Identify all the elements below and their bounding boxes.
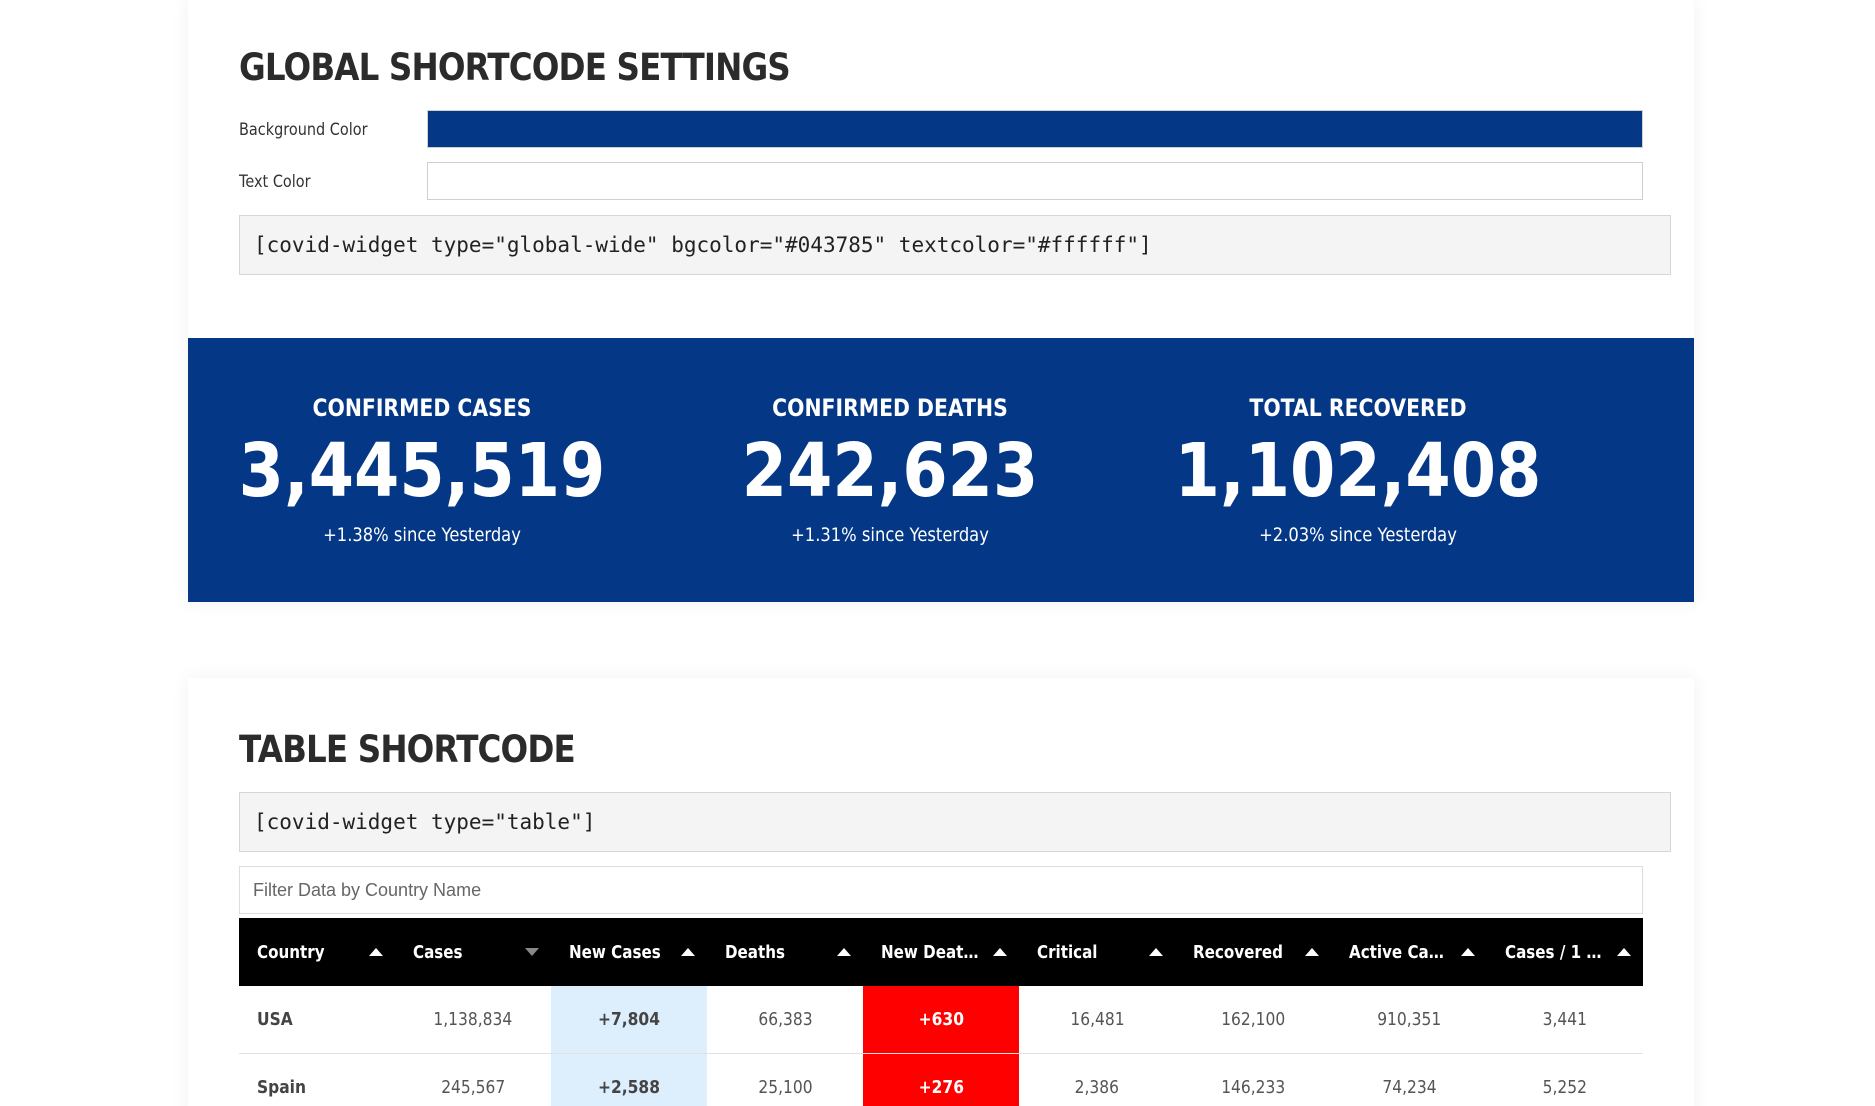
stat-change: +1.31% since Yesterday xyxy=(791,524,989,546)
stat-confirmed-cases: CONFIRMED CASES 3,445,519 +1.38% since Y… xyxy=(188,338,656,602)
background-color-label: Background Color xyxy=(239,120,368,140)
column-header-label: Deaths xyxy=(725,941,786,963)
stat-change: +1.38% since Yesterday xyxy=(323,524,521,546)
text-color-input[interactable] xyxy=(427,162,1643,200)
stat-total-recovered: TOTAL RECOVERED 1,102,408 +2.03% since Y… xyxy=(1124,338,1592,602)
sort-asc-icon xyxy=(1149,948,1163,956)
table-title: TABLE SHORTCODE xyxy=(239,728,576,771)
sort-asc-icon xyxy=(837,948,851,956)
column-header-label: Active Cases xyxy=(1349,941,1450,963)
sort-asc-icon xyxy=(993,948,1007,956)
country-filter-input[interactable] xyxy=(239,866,1643,914)
column-header-active-cases[interactable]: Active Cases xyxy=(1331,918,1487,986)
background-color-row: Background Color xyxy=(239,110,1643,150)
cell-country: Spain xyxy=(239,1053,395,1106)
table-shortcode-box[interactable]: [covid-widget type="table"] xyxy=(239,792,1671,852)
sort-asc-icon xyxy=(1617,948,1631,956)
column-header-label: Cases / 1 Mi... xyxy=(1505,941,1606,963)
cell-recovered: 146,233 xyxy=(1175,1053,1331,1106)
global-shortcode-box[interactable]: [covid-widget type="global-wide" bgcolor… xyxy=(239,215,1671,275)
text-color-label: Text Color xyxy=(239,172,311,192)
stat-label: CONFIRMED DEATHS xyxy=(772,394,1008,422)
column-header-label: New Deaths xyxy=(881,941,982,963)
cell-recovered: 162,100 xyxy=(1175,986,1331,1054)
column-header-cases-per-million[interactable]: Cases / 1 Mi... xyxy=(1487,918,1643,986)
cell-new-deaths: +276 xyxy=(863,1053,1019,1106)
column-header-label: Cases xyxy=(413,941,463,963)
sort-asc-icon xyxy=(369,948,383,956)
stat-change: +2.03% since Yesterday xyxy=(1259,524,1457,546)
covid-data-table: Country Cases New Cases Deaths New Death… xyxy=(239,918,1643,1106)
settings-title: GLOBAL SHORTCODE SETTINGS xyxy=(239,46,791,89)
column-header-deaths[interactable]: Deaths xyxy=(707,918,863,986)
sort-asc-icon xyxy=(1461,948,1475,956)
stat-label: CONFIRMED CASES xyxy=(312,394,532,422)
stat-value: 1,102,408 xyxy=(1174,428,1542,514)
global-stats-band: CONFIRMED CASES 3,445,519 +1.38% since Y… xyxy=(188,338,1694,602)
cell-country: USA xyxy=(239,986,395,1054)
column-header-new-cases[interactable]: New Cases xyxy=(551,918,707,986)
cell-cases-per-million: 5,252 xyxy=(1487,1053,1643,1106)
stat-label: TOTAL RECOVERED xyxy=(1249,394,1467,422)
column-header-cases[interactable]: Cases xyxy=(395,918,551,986)
text-color-row: Text Color xyxy=(239,162,1643,202)
cell-cases-per-million: 3,441 xyxy=(1487,986,1643,1054)
page: GLOBAL SHORTCODE SETTINGS Background Col… xyxy=(0,0,1875,1106)
cell-active-cases: 910,351 xyxy=(1331,986,1487,1054)
column-header-critical[interactable]: Critical xyxy=(1019,918,1175,986)
table-header-row: Country Cases New Cases Deaths New Death… xyxy=(239,918,1643,986)
cell-active-cases: 74,234 xyxy=(1331,1053,1487,1106)
cell-deaths: 66,383 xyxy=(707,986,863,1054)
column-header-recovered[interactable]: Recovered xyxy=(1175,918,1331,986)
column-header-label: Recovered xyxy=(1193,941,1283,963)
table-row: USA 1,138,834 +7,804 66,383 +630 16,481 … xyxy=(239,986,1643,1054)
sort-desc-icon xyxy=(525,948,539,956)
column-header-country[interactable]: Country xyxy=(239,918,395,986)
cell-new-deaths: +630 xyxy=(863,986,1019,1054)
sort-asc-icon xyxy=(681,948,695,956)
stat-value: 3,445,519 xyxy=(238,428,606,514)
stat-confirmed-deaths: CONFIRMED DEATHS 242,623 +1.31% since Ye… xyxy=(656,338,1124,602)
cell-cases: 245,567 xyxy=(395,1053,551,1106)
cell-new-cases: +7,804 xyxy=(551,986,707,1054)
cell-critical: 16,481 xyxy=(1019,986,1175,1054)
column-header-label: Country xyxy=(257,941,325,963)
stat-value: 242,623 xyxy=(741,428,1039,514)
cell-new-cases: +2,588 xyxy=(551,1053,707,1106)
column-header-new-deaths[interactable]: New Deaths xyxy=(863,918,1019,986)
cell-critical: 2,386 xyxy=(1019,1053,1175,1106)
table-row: Spain 245,567 +2,588 25,100 +276 2,386 1… xyxy=(239,1053,1643,1106)
cell-cases: 1,138,834 xyxy=(395,986,551,1054)
sort-asc-icon xyxy=(1305,948,1319,956)
cell-deaths: 25,100 xyxy=(707,1053,863,1106)
background-color-input[interactable] xyxy=(427,110,1643,148)
column-header-label: New Cases xyxy=(569,941,661,963)
column-header-label: Critical xyxy=(1037,941,1098,963)
